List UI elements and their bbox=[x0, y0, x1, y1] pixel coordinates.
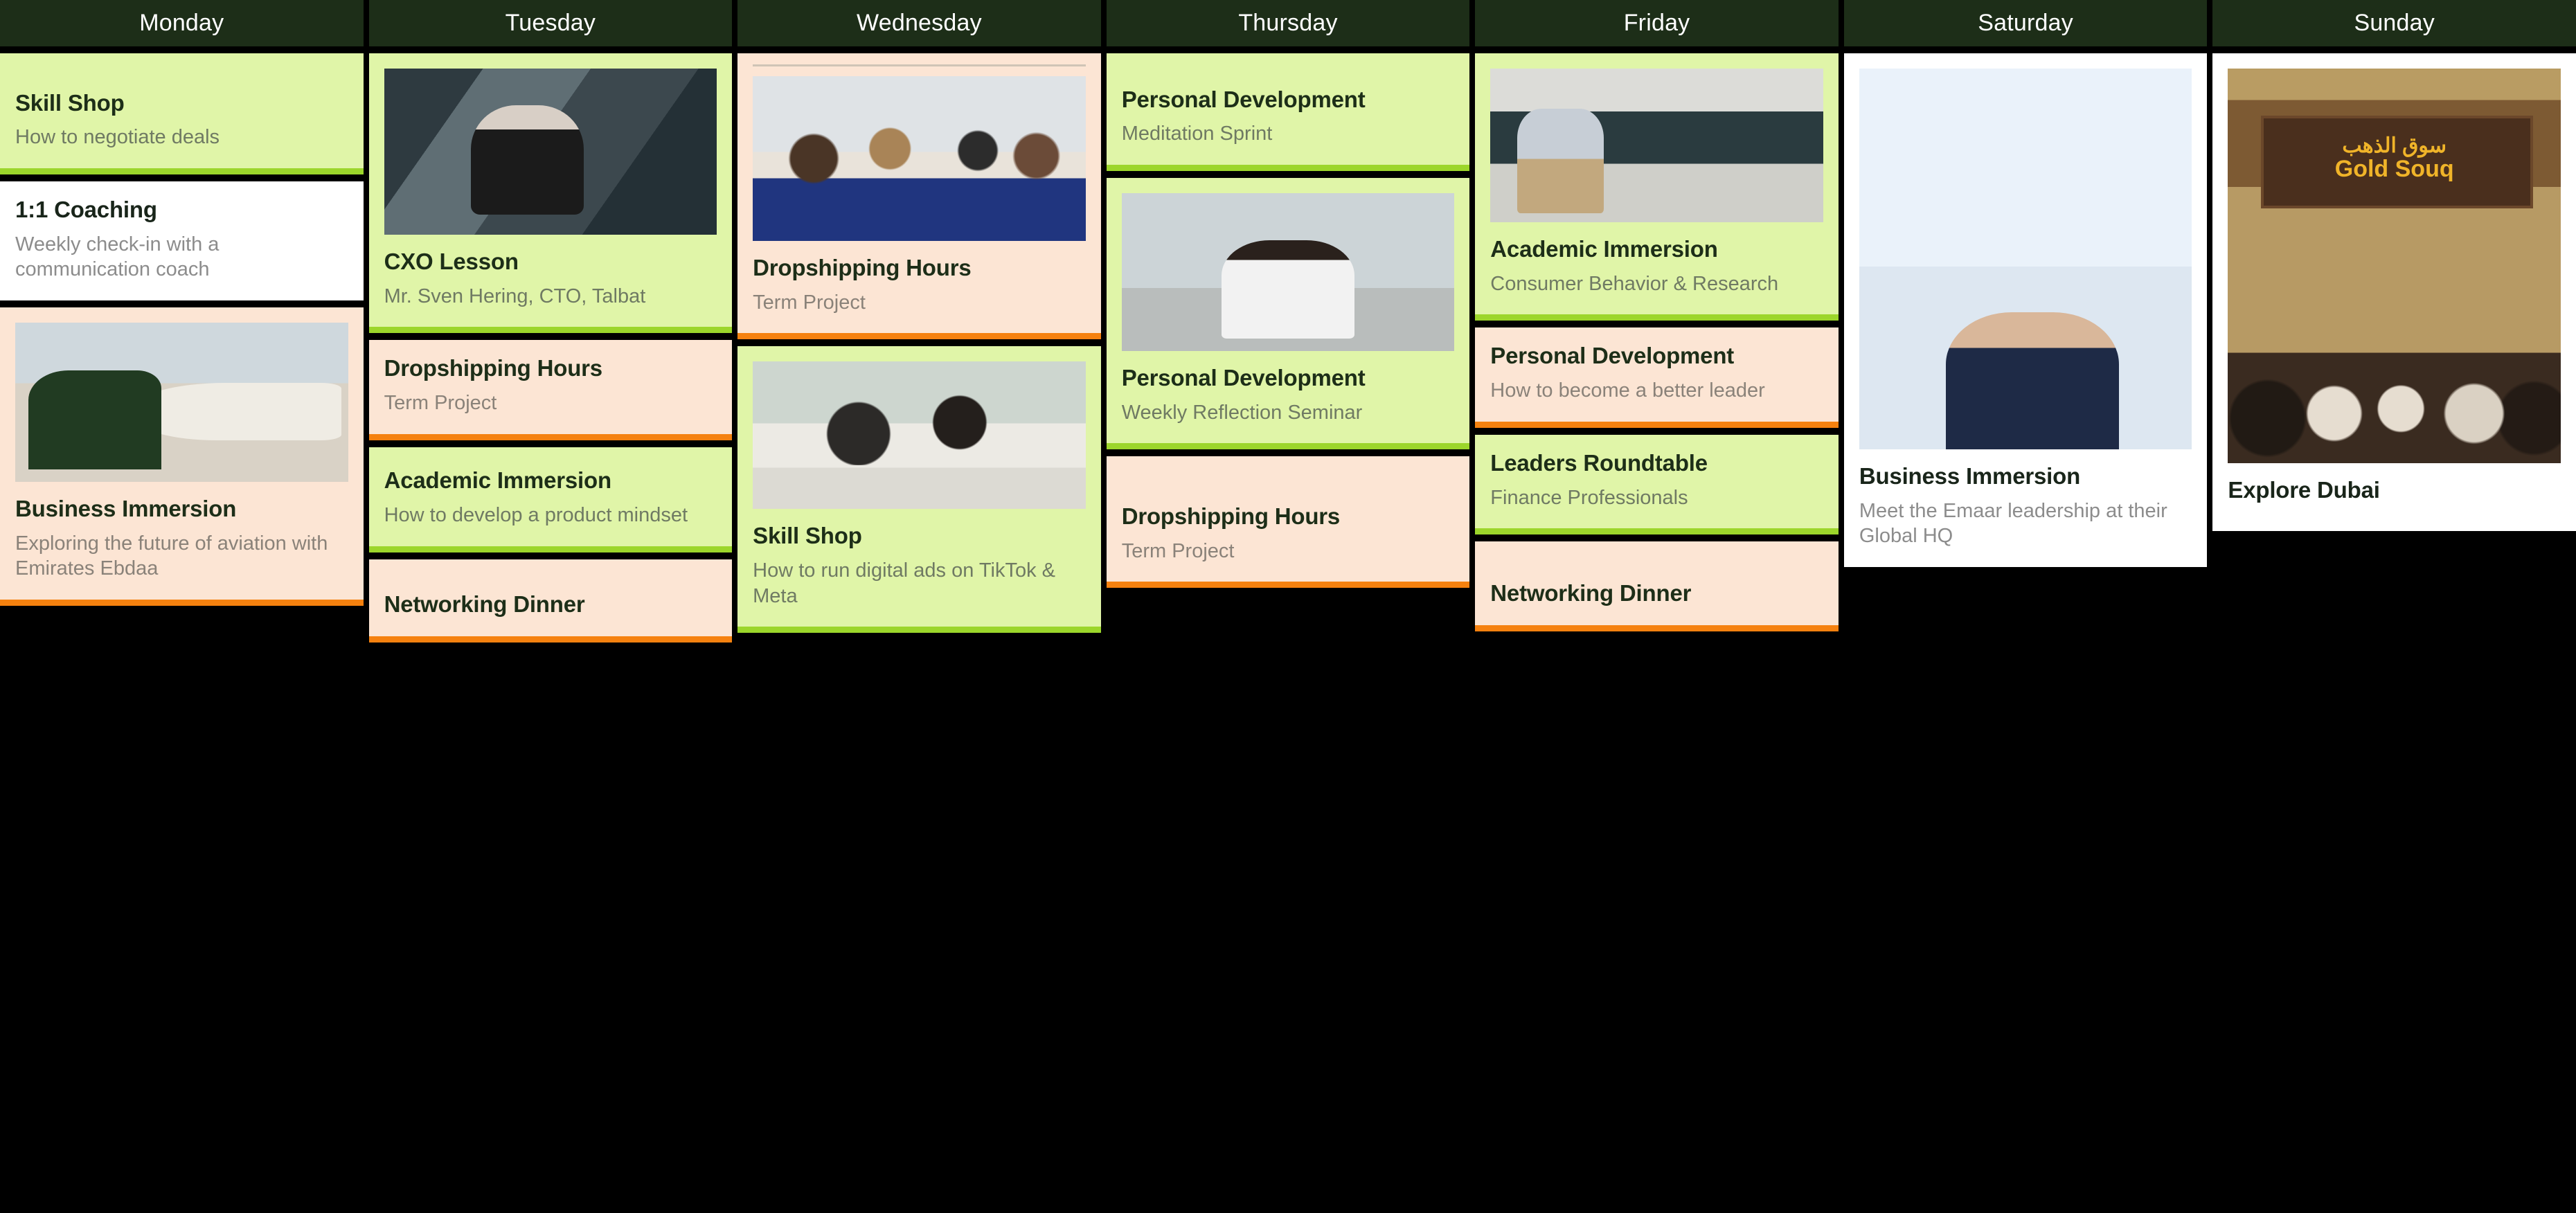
event-card[interactable]: Personal Development Meditation Sprint bbox=[1106, 53, 1470, 171]
event-title: Dropshipping Hours bbox=[384, 355, 603, 381]
event-image bbox=[1121, 193, 1455, 351]
day-header-friday: Friday bbox=[1475, 0, 1839, 46]
day-column-friday: Academic Immersion Consumer Behavior & Re… bbox=[1475, 46, 1839, 1213]
event-card[interactable]: CXO Lesson Mr. Sven Hering, CTO, Talbat bbox=[368, 53, 733, 334]
event-card[interactable]: Business Immersion Exploring the future o… bbox=[0, 307, 364, 606]
event-card[interactable]: Personal Development Weekly Reflection Se… bbox=[1106, 178, 1470, 450]
event-image: سوق الذهب Gold Souq bbox=[2228, 69, 2561, 463]
event-title: Academic Immersion bbox=[1490, 236, 1718, 262]
event-subtitle: Mr. Sven Hering, CTO, Talbat bbox=[384, 285, 646, 307]
event-title: Skill Shop bbox=[15, 89, 125, 116]
day-header-label: Tuesday bbox=[505, 10, 596, 36]
event-title: CXO Lesson bbox=[384, 249, 519, 274]
event-image bbox=[753, 76, 1086, 241]
gold-souq-entrance-with-students-photo: سوق الذهب Gold Souq bbox=[2228, 69, 2561, 463]
event-image bbox=[384, 69, 717, 235]
event-subtitle: Term Project bbox=[1121, 539, 1235, 562]
event-card[interactable]: Personal Development How to become a bett… bbox=[1475, 327, 1839, 428]
event-card[interactable]: 1:1 Coaching Weekly check-in with a commu… bbox=[0, 181, 364, 300]
speaker-with-dubai-skyline-photo bbox=[1859, 69, 2192, 449]
professor-at-whiteboard-photo bbox=[1490, 69, 1823, 222]
day-header-label: Friday bbox=[1623, 10, 1690, 36]
day-column-tuesday: CXO Lesson Mr. Sven Hering, CTO, Talbat Dr… bbox=[368, 46, 733, 1213]
event-image bbox=[753, 361, 1086, 510]
day-column-thursday: Personal Development Meditation Sprint Per… bbox=[1106, 46, 1470, 1213]
day-header-label: Monday bbox=[139, 10, 224, 36]
day-column-saturday: Business Immersion Meet the Emaar leaders… bbox=[1843, 46, 2208, 1213]
day-column-wednesday: Dropshipping Hours Term Project Skill Shop… bbox=[737, 46, 1101, 1213]
card-top-rule bbox=[753, 64, 1086, 66]
day-header-tuesday: Tuesday bbox=[368, 0, 733, 46]
gold-souq-sign-english: Gold Souq bbox=[2334, 156, 2454, 183]
day-header-wednesday: Wednesday bbox=[737, 0, 1101, 46]
event-card[interactable]: Dropshipping Hours Term Project bbox=[368, 340, 733, 440]
event-title: Personal Development bbox=[1490, 343, 1735, 369]
weekly-calendar: Monday Tuesday Wednesday Thursday Friday… bbox=[0, 0, 2576, 1213]
event-title: Dropshipping Hours bbox=[1121, 503, 1341, 529]
event-title: Networking Dinner bbox=[1490, 580, 1692, 606]
speaker-with-microphone-photo bbox=[384, 69, 717, 235]
event-subtitle: How to negotiate deals bbox=[15, 126, 220, 149]
event-subtitle: Finance Professionals bbox=[1490, 486, 1688, 509]
gold-souq-sign: سوق الذهب Gold Souq bbox=[2261, 116, 2527, 202]
event-title: Personal Development bbox=[1121, 86, 1366, 112]
event-card[interactable]: Academic Immersion Consumer Behavior & Re… bbox=[1475, 53, 1839, 321]
event-subtitle: Consumer Behavior & Research bbox=[1490, 272, 1779, 295]
event-card[interactable]: Dropshipping Hours Term Project bbox=[737, 53, 1101, 340]
two-students-at-laptop-photo bbox=[753, 361, 1086, 510]
event-title: Business Immersion bbox=[15, 496, 237, 521]
day-header-label: Thursday bbox=[1238, 10, 1338, 36]
day-column-monday: Skill Shop How to negotiate deals 1:1 Coac… bbox=[0, 46, 364, 1213]
event-title: Personal Development bbox=[1121, 365, 1366, 390]
event-card[interactable]: Dropshipping Hours Term Project bbox=[1106, 456, 1470, 588]
day-header-thursday: Thursday bbox=[1106, 0, 1470, 46]
student-presenting-to-class-photo bbox=[1121, 193, 1455, 351]
event-subtitle: Term Project bbox=[753, 291, 866, 314]
event-subtitle: Meet the Emaar leadership at their Globa… bbox=[1859, 499, 2167, 548]
event-card[interactable]: Skill Shop How to run digital ads on TikT… bbox=[737, 346, 1101, 634]
day-header-label: Wednesday bbox=[857, 10, 982, 36]
event-image bbox=[1859, 69, 2192, 449]
event-subtitle: Weekly Reflection Seminar bbox=[1121, 401, 1363, 424]
day-column-sunday: سوق الذهب Gold Souq Explore Dubai bbox=[2212, 46, 2576, 1213]
event-title: Business Immersion bbox=[1859, 463, 2081, 489]
day-header-label: Sunday bbox=[2354, 10, 2435, 36]
event-title: Explore Dubai bbox=[2228, 477, 2380, 503]
day-header-label: Saturday bbox=[1978, 10, 2073, 36]
event-card[interactable]: Business Immersion Meet the Emaar leaders… bbox=[1843, 53, 2208, 567]
students-group bbox=[2228, 345, 2561, 463]
day-header-saturday: Saturday bbox=[1843, 0, 2208, 46]
event-title: Academic Immersion bbox=[384, 467, 612, 494]
event-subtitle: Meditation Sprint bbox=[1121, 123, 1273, 145]
event-image bbox=[15, 323, 348, 482]
event-image bbox=[1490, 69, 1823, 222]
event-card[interactable]: Networking Dinner bbox=[1475, 541, 1839, 632]
event-title: Dropshipping Hours bbox=[753, 255, 972, 280]
event-title: Networking Dinner bbox=[384, 591, 585, 617]
event-title: Leaders Roundtable bbox=[1490, 449, 1708, 476]
event-card[interactable]: Networking Dinner bbox=[368, 559, 733, 643]
event-subtitle: Exploring the future of aviation with Em… bbox=[15, 532, 328, 580]
event-card[interactable]: Skill Shop How to negotiate deals bbox=[0, 53, 364, 174]
event-card[interactable]: Leaders Roundtable Finance Professionals bbox=[1475, 434, 1839, 535]
day-header-sunday: Sunday bbox=[2212, 0, 2576, 46]
event-subtitle: How to run digital ads on TikTok & Meta bbox=[753, 559, 1055, 607]
event-subtitle: Term Project bbox=[384, 392, 497, 415]
gold-souq-sign-arabic: سوق الذهب bbox=[2342, 134, 2447, 158]
event-title: Skill Shop bbox=[753, 523, 862, 549]
event-subtitle: Weekly check-in with a communication coa… bbox=[15, 233, 220, 281]
event-subtitle: How to develop a product mindset bbox=[384, 504, 688, 527]
students-around-office-table-photo bbox=[753, 76, 1086, 241]
lego-emirates-plane-build-photo bbox=[15, 323, 348, 482]
event-card[interactable]: سوق الذهب Gold Souq Explore Dubai bbox=[2212, 53, 2576, 531]
day-header-monday: Monday bbox=[0, 0, 364, 46]
event-card[interactable]: Academic Immersion How to develop a produ… bbox=[368, 447, 733, 552]
event-subtitle: How to become a better leader bbox=[1490, 379, 1765, 402]
event-title: 1:1 Coaching bbox=[15, 197, 157, 222]
